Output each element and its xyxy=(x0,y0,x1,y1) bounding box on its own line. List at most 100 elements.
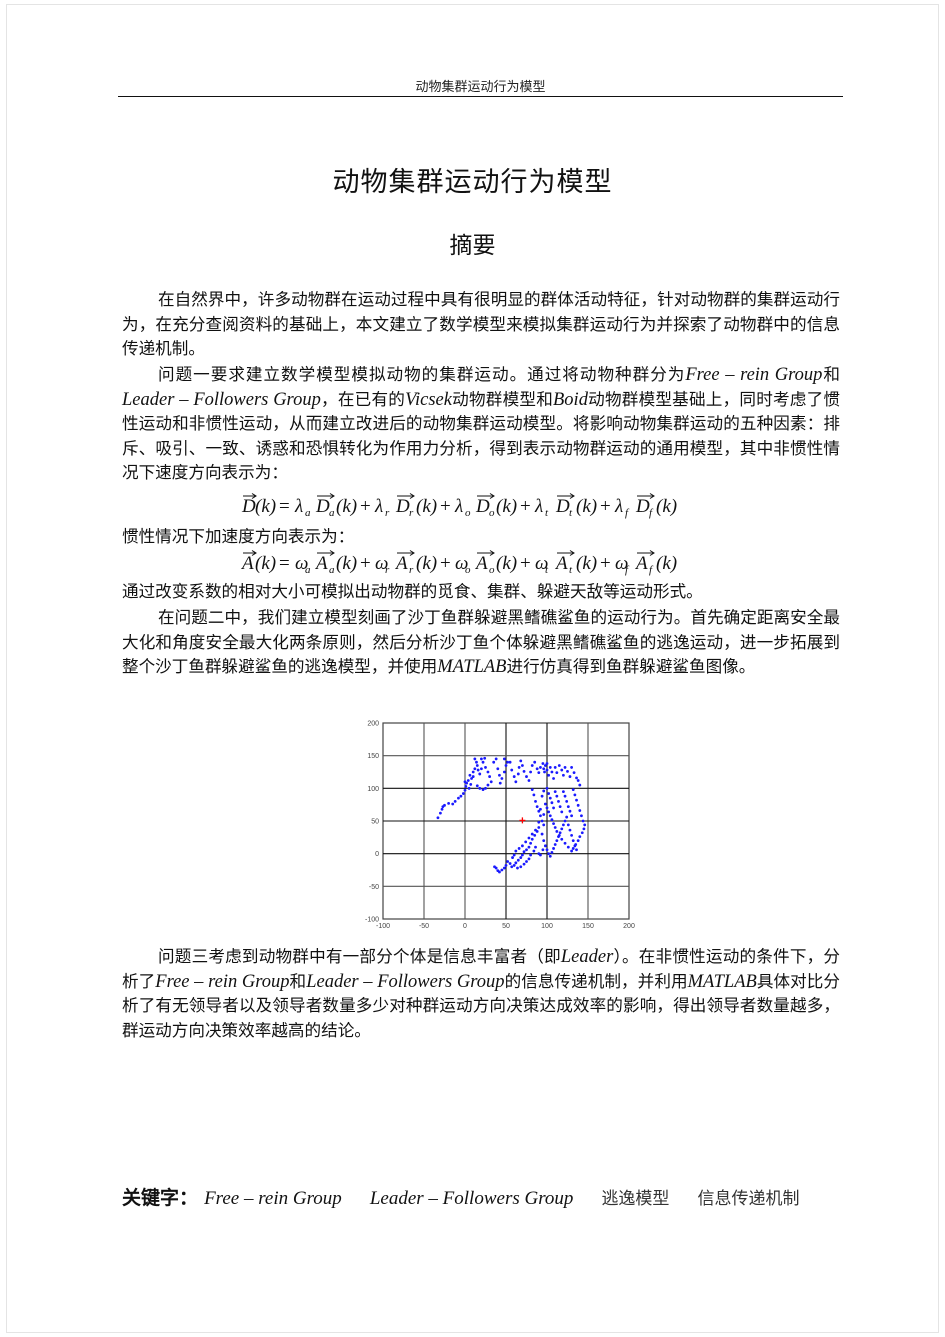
data-point xyxy=(578,783,582,787)
equation-text: (k) xyxy=(576,553,597,574)
data-point xyxy=(471,770,475,774)
data-point xyxy=(542,823,546,827)
data-point xyxy=(571,847,575,850)
data-point xyxy=(516,858,520,862)
data-point xyxy=(506,860,510,863)
data-point xyxy=(542,839,546,842)
equation-text: + xyxy=(440,496,451,517)
y-tick-label: 150 xyxy=(367,753,379,760)
data-point xyxy=(486,770,490,774)
data-point xyxy=(537,826,541,829)
data-point xyxy=(447,801,450,805)
term-free-rein-group: Free – rein Group xyxy=(155,971,290,992)
data-point xyxy=(508,760,512,764)
data-point xyxy=(504,764,508,767)
data-point xyxy=(541,848,545,852)
data-point xyxy=(443,803,446,807)
data-point xyxy=(473,757,477,761)
data-point xyxy=(532,793,536,797)
x-tick-label: 150 xyxy=(582,923,594,930)
data-point xyxy=(545,768,549,772)
data-point xyxy=(480,757,483,761)
equation-text: = xyxy=(279,496,290,517)
equation-text: (k) xyxy=(416,496,437,517)
data-point xyxy=(539,807,542,811)
equation-text: (k) xyxy=(656,553,677,574)
paragraph-text: 问题一要求建立数学模型模拟动物的集群运动。通过将动物种群分为 xyxy=(158,365,686,384)
data-point xyxy=(555,839,559,842)
subscript: o xyxy=(465,507,471,519)
data-point xyxy=(566,823,570,827)
data-point xyxy=(486,783,490,787)
subscript: a xyxy=(305,507,311,519)
data-point xyxy=(543,844,547,848)
data-point xyxy=(573,844,577,848)
data-point xyxy=(532,849,536,853)
vector-symbol: D xyxy=(315,496,330,517)
data-point xyxy=(457,796,460,800)
paragraph-text: 在自然界中，许多动物群在运动过程中具有很明显的群体活动特征，针对动物群的集群运动… xyxy=(122,290,840,358)
data-point xyxy=(527,857,531,861)
data-point xyxy=(476,768,480,772)
data-point xyxy=(514,849,518,853)
document-title: 动物集群运动行为模型 xyxy=(332,167,613,198)
data-point xyxy=(583,823,587,827)
data-point xyxy=(553,790,557,793)
data-point xyxy=(529,853,532,857)
data-point xyxy=(527,845,531,849)
data-point xyxy=(464,784,468,788)
data-point xyxy=(502,757,506,761)
data-point xyxy=(581,819,585,823)
data-point xyxy=(466,779,470,782)
data-point xyxy=(552,822,555,826)
data-point xyxy=(488,775,491,778)
data-point xyxy=(560,827,564,831)
data-point xyxy=(512,864,516,867)
vector-symbol: A xyxy=(474,553,488,574)
scatter-chart-svg: -100 -50 0 50 100 150 200 -100 -50 0 50 100 150 200 xyxy=(365,721,635,931)
data-point xyxy=(514,861,518,865)
data-point xyxy=(572,771,576,775)
equation-text: + xyxy=(440,553,451,574)
data-point xyxy=(459,794,463,798)
term-free-rein-group: Free – rein Group xyxy=(685,365,823,385)
data-point xyxy=(580,814,583,818)
vector-symbol: A xyxy=(634,553,648,574)
data-point xyxy=(543,770,546,774)
y-tick-label: -50 xyxy=(369,884,379,891)
term-leader: Leader xyxy=(560,947,614,967)
data-point xyxy=(552,777,555,780)
paragraph-text: 惯性情况下加速度方向表示为： xyxy=(122,527,355,546)
data-point xyxy=(557,764,561,767)
data-point xyxy=(514,780,518,784)
header-rule xyxy=(118,96,843,97)
data-point xyxy=(521,844,524,848)
term-boid: Boid xyxy=(553,389,588,410)
data-point xyxy=(539,814,542,818)
data-point xyxy=(440,807,444,811)
abstract-paragraph-1: 在自然界中，许多动物群在运动过程中具有很明显的群体活动特征，针对动物群的集群运动… xyxy=(122,288,840,362)
data-point xyxy=(576,803,580,807)
term-vicsek: Vicsek xyxy=(405,389,452,410)
equation-velocity: D (k) = λ a Da (k) + λ r Dr (k) + λ o Do (k) + λ t Dt (k) + λ f D… xyxy=(0,490,945,526)
data-point xyxy=(543,802,547,806)
data-point xyxy=(502,866,506,870)
paragraph-text: 和 xyxy=(822,365,841,384)
data-point xyxy=(580,831,584,835)
equation-text: λ xyxy=(534,496,543,517)
data-point xyxy=(481,788,485,792)
keyword-item: 信息传递机制 xyxy=(697,1189,800,1209)
data-point xyxy=(525,775,528,778)
data-point xyxy=(545,848,549,852)
equation-text: (k) xyxy=(656,496,677,517)
y-tick-label: 100 xyxy=(367,786,379,793)
data-point xyxy=(496,767,500,771)
keyword-item: Free – rein Group xyxy=(204,1188,342,1209)
data-point xyxy=(498,781,502,785)
data-point xyxy=(562,773,565,777)
equation-text: (k) xyxy=(496,553,517,574)
data-point xyxy=(512,775,516,778)
data-point xyxy=(517,766,521,769)
data-point xyxy=(547,792,551,795)
data-point xyxy=(560,768,564,772)
